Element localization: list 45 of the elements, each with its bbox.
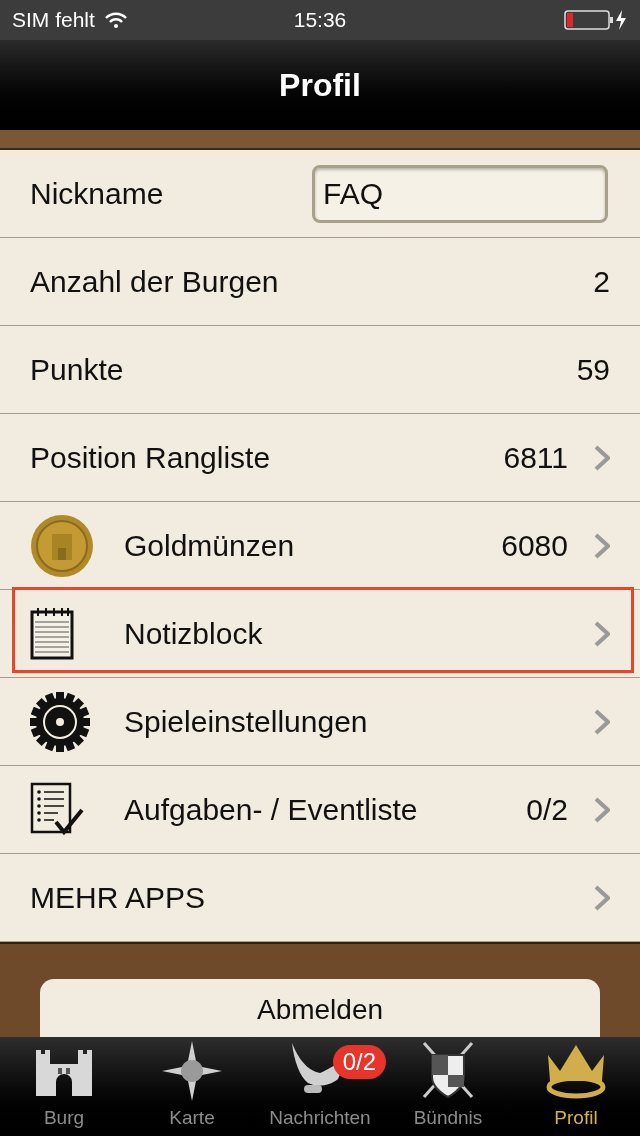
chevron-icon [594,884,610,911]
battery-icon [564,9,628,31]
carrier-label: SIM fehlt [12,7,95,34]
nav-title: Profil [279,66,361,105]
chevron-icon [594,444,610,471]
list-row[interactable]: MEHR APPS [0,854,640,942]
chevron-icon [594,796,610,823]
badge: 0/2 [332,1045,386,1079]
tab[interactable]: Bündnis [384,1037,512,1136]
chevron-icon [594,532,610,559]
tab[interactable]: Nachrichten 0/2 [256,1037,384,1136]
row-value: 6811 [503,440,568,476]
row-value: 59 [576,352,610,388]
wifi-icon [104,12,127,28]
list-row[interactable]: Goldmünzen 6080 [0,502,640,590]
row-label: Punkte [30,352,124,388]
list-row[interactable]: Aufgaben- / Eventliste 0/2 [0,766,640,854]
row-label: MEHR APPS [30,880,206,916]
row-label: Anzahl der Burgen [30,264,279,300]
logout-button[interactable]: Abmelden [40,979,600,1037]
checklist-icon [30,781,84,838]
row-label: Position Rangliste [30,440,271,476]
row-value: 6080 [501,528,568,564]
nickname-field[interactable]: FAQ [312,164,608,223]
time-label: 15:36 [293,7,347,34]
tab[interactable]: Burg [0,1037,128,1136]
chevron-icon [594,620,610,647]
settings-icon [30,691,90,752]
tab[interactable]: Karte [128,1037,256,1136]
row-label: Aufgaben- / Eventliste [124,792,418,828]
row-value: 0/2 [526,792,568,828]
row-label: Nickname [30,176,164,212]
row-label: Spieleinstellungen [124,704,368,740]
row-label: Goldmünzen [124,528,295,564]
list-row[interactable]: Notizblock [0,590,640,678]
chevron-icon [594,708,610,735]
notepad-icon [30,607,74,660]
coin-icon [30,513,94,578]
tab[interactable]: Profil [512,1037,640,1136]
list-row[interactable]: Spieleinstellungen [0,678,640,766]
compass-icon [162,1040,222,1101]
row-value: 2 [593,264,610,300]
shield-icon [420,1040,476,1101]
list-row[interactable]: Position Rangliste 6811 [0,414,640,502]
row-label: Notizblock [124,616,263,652]
